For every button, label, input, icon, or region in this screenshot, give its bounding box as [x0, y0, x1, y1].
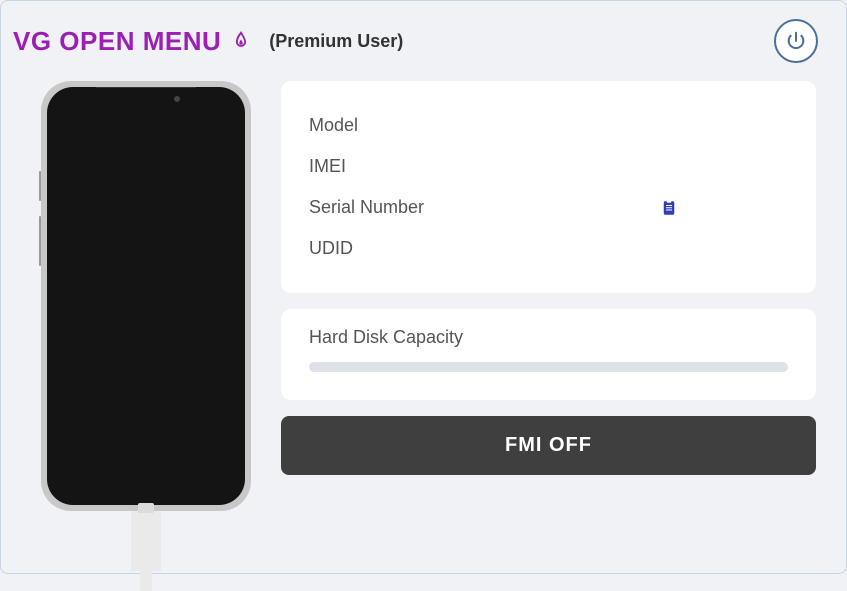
- imei-row: IMEI: [309, 146, 788, 187]
- phone-mockup: [41, 81, 251, 511]
- serial-row: Serial Number: [309, 187, 788, 228]
- udid-row: UDID: [309, 228, 788, 269]
- power-button[interactable]: [774, 19, 818, 63]
- device-info-card: Model IMEI Serial Number: [281, 81, 816, 293]
- storage-label: Hard Disk Capacity: [309, 327, 788, 348]
- serial-label: Serial Number: [309, 197, 529, 218]
- model-label: Model: [309, 115, 529, 136]
- app-title: VG OPEN MENU: [13, 26, 221, 57]
- storage-card: Hard Disk Capacity: [281, 309, 816, 400]
- storage-bar: [309, 362, 788, 372]
- udid-label: UDID: [309, 238, 529, 259]
- content: Model IMEI Serial Number: [1, 71, 846, 571]
- model-row: Model: [309, 105, 788, 146]
- header: VG OPEN MENU (Premium User): [1, 1, 846, 71]
- usb-cable-icon: [131, 511, 161, 571]
- fmi-off-button[interactable]: FMI OFF: [281, 416, 816, 475]
- phone-column: [31, 81, 261, 571]
- copy-icon[interactable]: [660, 198, 678, 218]
- info-column: Model IMEI Serial Number: [281, 81, 816, 571]
- flame-icon: [231, 29, 253, 53]
- user-badge: (Premium User): [269, 31, 403, 52]
- imei-label: IMEI: [309, 156, 529, 177]
